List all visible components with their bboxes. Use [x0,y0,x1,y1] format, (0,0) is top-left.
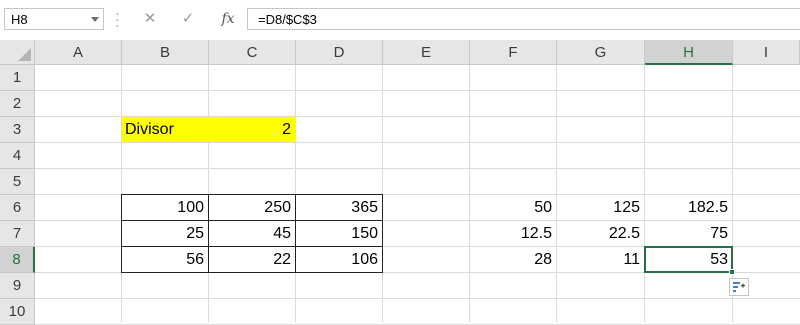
formula-bar: H8 · · · ✕ ✓ fx =D8/$C$3 [0,0,800,38]
select-all-button[interactable] [0,40,35,65]
cell-f6[interactable]: 50 [470,195,556,221]
cell-b3[interactable]: Divisor [122,117,208,143]
row-header-5[interactable]: 5 [0,169,35,195]
formula-text: =D8/$C$3 [258,12,317,27]
cell-b8[interactable]: 56 [122,247,208,273]
cell-c6[interactable]: 250 [209,195,295,221]
row-header-7[interactable]: 7 [0,221,35,247]
row-header-2[interactable]: 2 [0,91,35,117]
name-box-value: H8 [11,12,28,27]
cell-d7[interactable]: 150 [296,221,382,247]
cell-f8[interactable]: 28 [470,247,556,273]
cell-h7[interactable]: 75 [645,221,732,247]
active-cell-border [644,246,733,273]
cell-h6[interactable]: 182.5 [645,195,732,221]
cell-c8[interactable]: 22 [209,247,295,273]
quick-analysis-button[interactable] [729,278,749,296]
quick-analysis-icon [733,282,745,292]
row-header-6[interactable]: 6 [0,195,35,221]
gridline-horizontal [35,90,800,91]
cell-b7[interactable]: 25 [122,221,208,247]
column-header-b[interactable]: B [122,40,209,65]
cell-d6[interactable]: 365 [296,195,382,221]
row-header-3[interactable]: 3 [0,117,35,143]
select-all-icon [18,48,31,61]
column-header-e[interactable]: E [383,40,470,65]
formula-input[interactable]: =D8/$C$3 [247,8,800,30]
cell-d8[interactable]: 106 [296,247,382,273]
row-header-9[interactable]: 9 [0,273,35,299]
cell-g8[interactable]: 11 [557,247,644,273]
column-header-a[interactable]: A [35,40,122,65]
fill-handle[interactable] [729,269,735,275]
row-header-4[interactable]: 4 [0,143,35,169]
column-header-d[interactable]: D [296,40,383,65]
column-header-f[interactable]: F [470,40,557,65]
gridline-horizontal [35,168,800,169]
row-header-8[interactable]: 8 [0,247,35,273]
cell-g7[interactable]: 22.5 [557,221,644,247]
cell-c3[interactable]: 2 [209,117,295,143]
spreadsheet-grid: A B C D E F G H I 1 2 3 4 5 6 7 8 9 10 Divisor 2 100 250 365 25 4… [0,40,800,325]
column-header-c[interactable]: C [209,40,296,65]
column-header-g[interactable]: G [557,40,645,65]
cell-b6[interactable]: 100 [122,195,208,221]
enter-icon[interactable]: ✓ [177,9,199,29]
name-box[interactable]: H8 [4,8,104,30]
column-header-i[interactable]: I [733,40,800,65]
cancel-icon[interactable]: ✕ [139,9,161,29]
insert-function-icon[interactable]: fx [217,9,239,29]
row-header-10[interactable]: 10 [0,299,35,325]
row-header-1[interactable]: 1 [0,65,35,91]
chevron-down-icon[interactable] [91,17,99,22]
cell-c7[interactable]: 45 [209,221,295,247]
cell-f7[interactable]: 12.5 [470,221,556,247]
cell-g6[interactable]: 125 [557,195,644,221]
more-options-icon[interactable]: · · · [115,6,120,32]
column-header-h[interactable]: H [645,40,733,65]
gridline-horizontal [35,298,800,299]
